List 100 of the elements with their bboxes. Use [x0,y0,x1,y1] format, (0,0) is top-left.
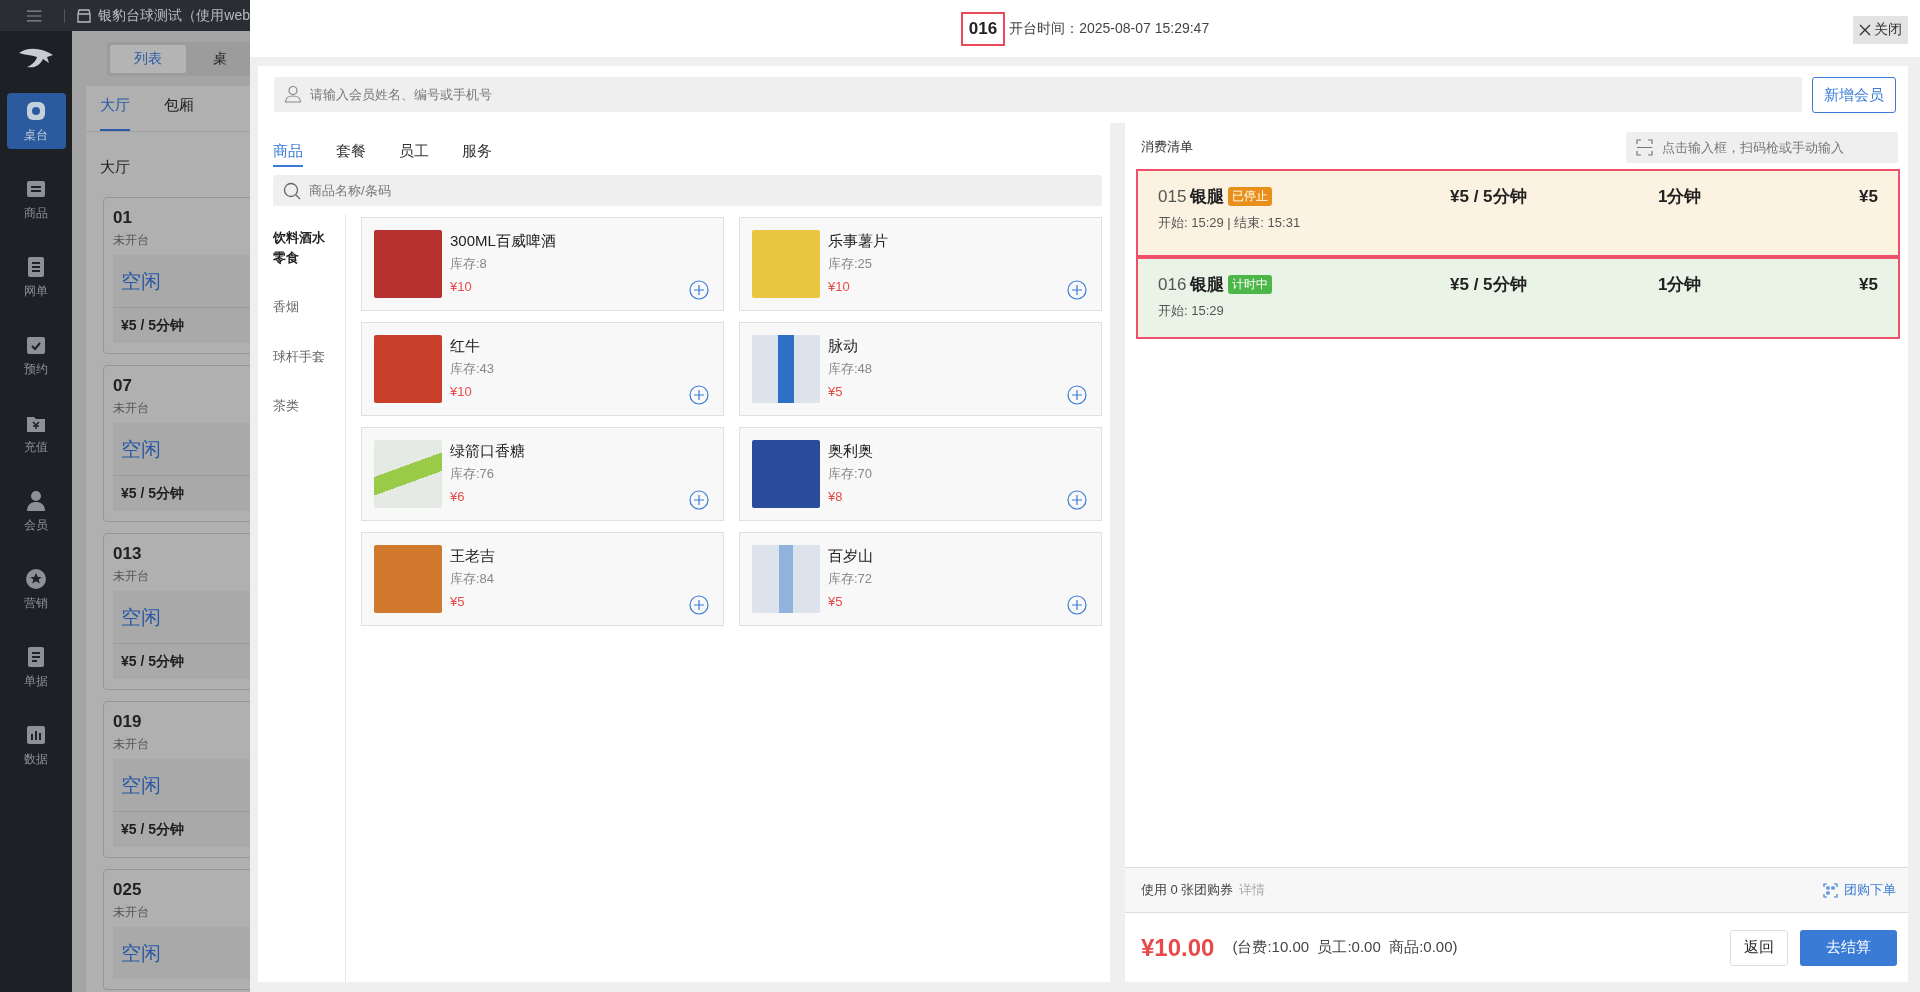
add-icon[interactable] [1067,385,1087,405]
table-card[interactable]: 019 未开台 空闲 ¥5 / 5分钟 [103,701,250,858]
table-number: 016 [960,11,1006,46]
add-member-button[interactable]: 新增会员 [1812,77,1896,113]
nav-item[interactable]: 桌台 [6,93,66,149]
add-icon[interactable] [689,280,709,300]
close-button[interactable]: 关闭 [1853,16,1908,44]
table-number: 01 [113,208,133,228]
status-tag: 计时中 [1228,275,1273,294]
table-card[interactable]: 025 未开台 空闲 [103,869,250,990]
table-card[interactable]: 07 未开台 空闲 ¥5 / 5分钟 [103,365,250,522]
item-amount: ¥5 [1859,274,1878,295]
category-tab[interactable]: 员工 [399,123,429,167]
product-price: ¥10 [828,279,851,294]
order-item[interactable]: 015 银腿 已停止 ¥5 / 5分钟 1分钟 ¥5 开始: 15:29 | 结束: 15:31 [1136,169,1900,257]
table-price: ¥5 / 5分钟 [113,307,250,343]
product-card[interactable]: 红牛 库存:43 ¥10 [361,322,724,416]
table-card[interactable]: 01 未开台 空闲 ¥5 / 5分钟 [103,197,250,354]
close-icon [1859,24,1871,36]
item-time: 开始: 15:29 | 结束: 15:31 [1158,214,1302,232]
order-title: 消费清单 [1141,138,1193,156]
product-card[interactable]: 乐事薯片 库存:25 ¥10 [739,217,1102,311]
table-state: 空闲 [113,423,250,475]
item-amount: ¥5 [1859,186,1878,207]
table-state: 空闲 [113,255,250,307]
category-tab[interactable]: 套餐 [336,123,366,167]
category-item[interactable]: 香烟 [273,297,329,317]
add-icon[interactable] [1067,490,1087,510]
table-status: 未开台 [113,400,150,417]
menu-icon[interactable] [27,8,42,23]
product-price: ¥5 [450,594,466,609]
category-tab[interactable]: 服务 [462,123,492,167]
product-card[interactable]: 脉动 库存:48 ¥5 [739,322,1102,416]
product-card[interactable]: 百岁山 库存:72 ¥5 [739,532,1102,626]
category-tab[interactable]: 商品 [273,123,303,167]
product-card[interactable]: 王老吉 库存:84 ¥5 [361,532,724,626]
product-stock: 库存:70 [828,465,873,483]
photo-placeholder [374,335,442,403]
table-state: 空闲 [113,591,250,643]
photo-placeholder [752,335,820,403]
item-rate: ¥5 / 5分钟 [1450,186,1528,208]
product-stock: 库存:8 [450,255,488,273]
product-card[interactable]: 奥利奥 库存:70 ¥8 [739,427,1102,521]
product-name: 奥利奥 [828,442,873,461]
nav-item[interactable]: 商品 [6,171,66,227]
person-icon [24,488,48,513]
table-status: 未开台 [113,904,150,921]
group-order-link[interactable]: 团购下单 [1823,881,1896,899]
view-tab[interactable]: 桌 [189,44,250,73]
product-stock: 库存:43 [450,360,495,378]
photo-placeholder [374,545,442,613]
product-name: 百岁山 [828,547,873,566]
total-amount: ¥10.00 [1141,933,1215,962]
checkout-button[interactable]: 去结算 [1800,929,1897,966]
item-rate: ¥5 / 5分钟 [1450,274,1528,296]
item-time: 开始: 15:29 [1158,302,1225,320]
member-search-field[interactable]: 请输入会员姓名、编号或手机号 [274,77,1802,112]
add-icon[interactable] [1067,280,1087,300]
photo-placeholder [374,230,442,298]
scan-icon [1823,882,1838,898]
table-state: 空闲 [113,759,250,811]
table-state: 空闲 [113,927,250,979]
add-icon[interactable] [689,595,709,615]
order-item[interactable]: 016 银腿 计时中 ¥5 / 5分钟 1分钟 ¥5 开始: 15:29 [1136,257,1900,339]
product-name: 乐事薯片 [828,232,888,251]
store-icon [76,7,93,24]
add-icon[interactable] [1067,595,1087,615]
category-item[interactable]: 茶类 [273,396,329,416]
add-icon[interactable] [689,490,709,510]
product-name: 脉动 [828,337,859,356]
nav-item[interactable]: 单据 [6,639,66,695]
nav-item[interactable]: 网单 [6,249,66,305]
category-item[interactable]: 饮料酒水零食 [273,228,329,267]
product-price: ¥5 [828,594,844,609]
item-duration: 1分钟 [1658,274,1703,296]
item-code: 015 [1158,186,1187,207]
nav-item[interactable]: 预约 [6,327,66,383]
product-stock: 库存:76 [450,465,496,483]
scan-input-field[interactable]: 点击输入框，扫码枪或手动输入 [1626,131,1898,163]
area-tab[interactable]: 包厢 [164,86,194,131]
product-name: 红牛 [450,337,481,356]
product-stock: 库存:84 [450,570,495,588]
back-button[interactable]: 返回 [1730,929,1788,966]
category-item[interactable]: 球杆手套 [273,346,329,366]
product-search-field[interactable]: 商品名称/条码 [273,175,1102,206]
nav-item[interactable]: 数据 [6,717,66,773]
product-stock: 库存:25 [828,255,874,273]
nav-item[interactable]: 营销 [6,561,66,617]
table-status: 未开台 [113,232,150,249]
table-price: ¥5 / 5分钟 [113,475,250,511]
status-tag: 已停止 [1228,187,1273,206]
table-number: 025 [113,880,143,900]
product-price: ¥10 [450,384,473,399]
table-card[interactable]: 013 未开台 空闲 ¥5 / 5分钟 [103,533,250,690]
product-card[interactable]: 绿箭口香糖 库存:76 ¥6 [361,427,724,521]
nav-item[interactable]: 会员 [6,483,66,539]
add-icon[interactable] [689,385,709,405]
table-number: 013 [113,544,143,564]
nav-item[interactable]: 充值 [6,405,66,461]
product-card[interactable]: 300ML百威啤酒 库存:8 ¥10 [361,217,724,311]
